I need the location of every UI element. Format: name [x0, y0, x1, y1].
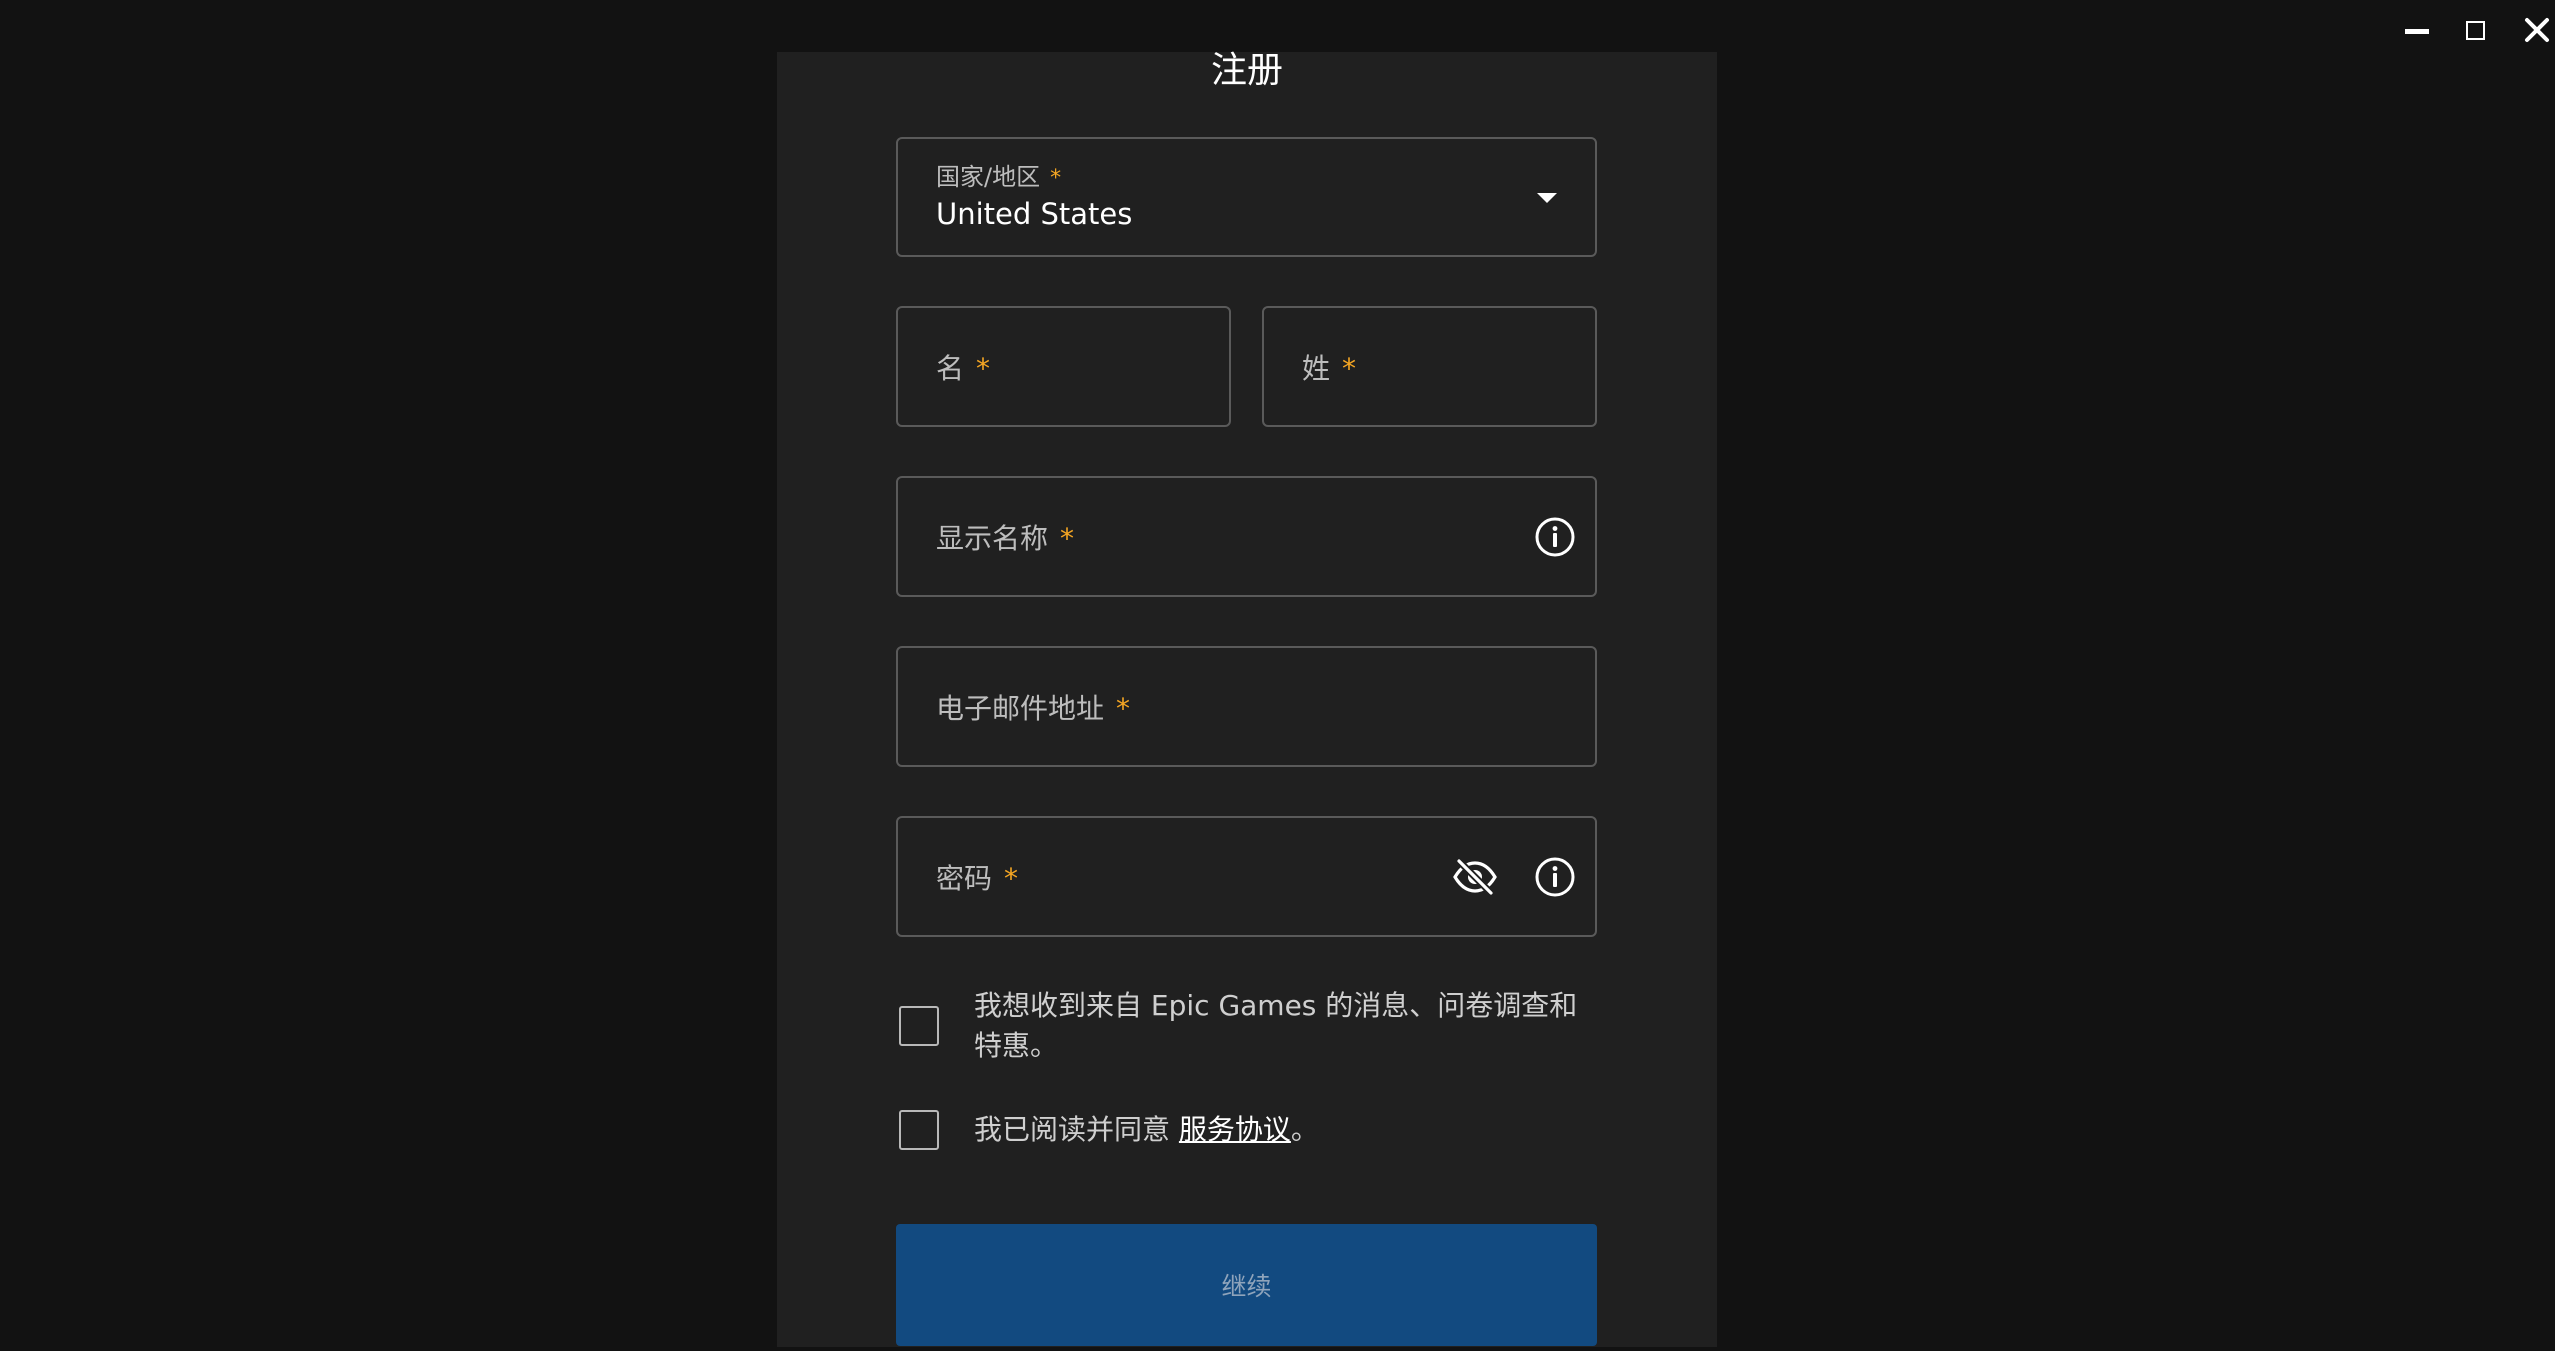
country-select[interactable]: 国家/地区 * United States [896, 137, 1597, 257]
display-name-label: 显示名称 * [936, 517, 1074, 557]
eye-off-icon[interactable] [1451, 855, 1499, 899]
chevron-down-icon[interactable] [1537, 193, 1557, 203]
required-mark: * [1342, 351, 1357, 385]
first-name-field[interactable]: 名 * [896, 306, 1231, 427]
required-mark: * [1116, 691, 1131, 725]
password-field[interactable]: 密码 * [896, 816, 1597, 937]
required-mark: * [1050, 166, 1062, 191]
required-mark: * [976, 351, 991, 385]
marketing-opt-in-row: 我想收到来自 Epic Games 的消息、问卷调查和特惠。 [899, 986, 1584, 1066]
country-label: 国家/地区 * [936, 157, 1061, 192]
password-label: 密码 * [936, 857, 1018, 897]
close-icon[interactable] [2515, 10, 2555, 50]
terms-text-after: 。 [1290, 1113, 1319, 1146]
marketing-checkbox[interactable] [899, 1006, 939, 1046]
marketing-checkbox-label: 我想收到来自 Epic Games 的消息、问卷调查和特惠。 [974, 989, 1578, 1062]
first-name-label-text: 名 [936, 351, 965, 385]
email-label-text: 电子邮件地址 [936, 691, 1105, 725]
country-value: United States [936, 197, 1133, 231]
terms-text-before: 我已阅读并同意 [974, 1113, 1179, 1146]
country-label-text: 国家/地区 [936, 163, 1041, 191]
signup-panel: 注册 国家/地区* United States 名* 姓* 显示名称* [777, 52, 1717, 1347]
last-name-label: 姓 * [1302, 347, 1356, 387]
info-icon[interactable] [1533, 515, 1577, 559]
minimize-icon[interactable] [2395, 10, 2439, 50]
terms-row: 我已阅读并同意 服务协议。 [899, 1110, 1584, 1150]
info-icon[interactable] [1533, 855, 1577, 899]
email-field[interactable]: 电子邮件地址 * [896, 646, 1597, 767]
password-label-text: 密码 [936, 861, 993, 895]
page-title: 注册 [1210, 50, 1283, 91]
display-name-label-text: 显示名称 [936, 521, 1049, 555]
last-name-label-text: 姓 [1302, 351, 1331, 385]
display-name-field[interactable]: 显示名称 * [896, 476, 1597, 597]
terms-checkbox[interactable] [899, 1110, 939, 1150]
email-label: 电子邮件地址 * [936, 687, 1130, 727]
last-name-field[interactable]: 姓 * [1262, 306, 1597, 427]
window-controls [2395, 10, 2555, 50]
terms-of-service-link[interactable]: 服务协议 [1179, 1113, 1291, 1146]
edge-glyph [0, 1262, 6, 1284]
required-mark: * [1004, 861, 1019, 895]
required-mark: * [1060, 521, 1075, 555]
first-name-label: 名 * [936, 347, 990, 387]
continue-button[interactable]: 继续 [896, 1224, 1597, 1346]
maximize-icon[interactable] [2453, 10, 2497, 50]
terms-checkbox-label: 我已阅读并同意 服务协议。 [974, 1110, 1584, 1150]
